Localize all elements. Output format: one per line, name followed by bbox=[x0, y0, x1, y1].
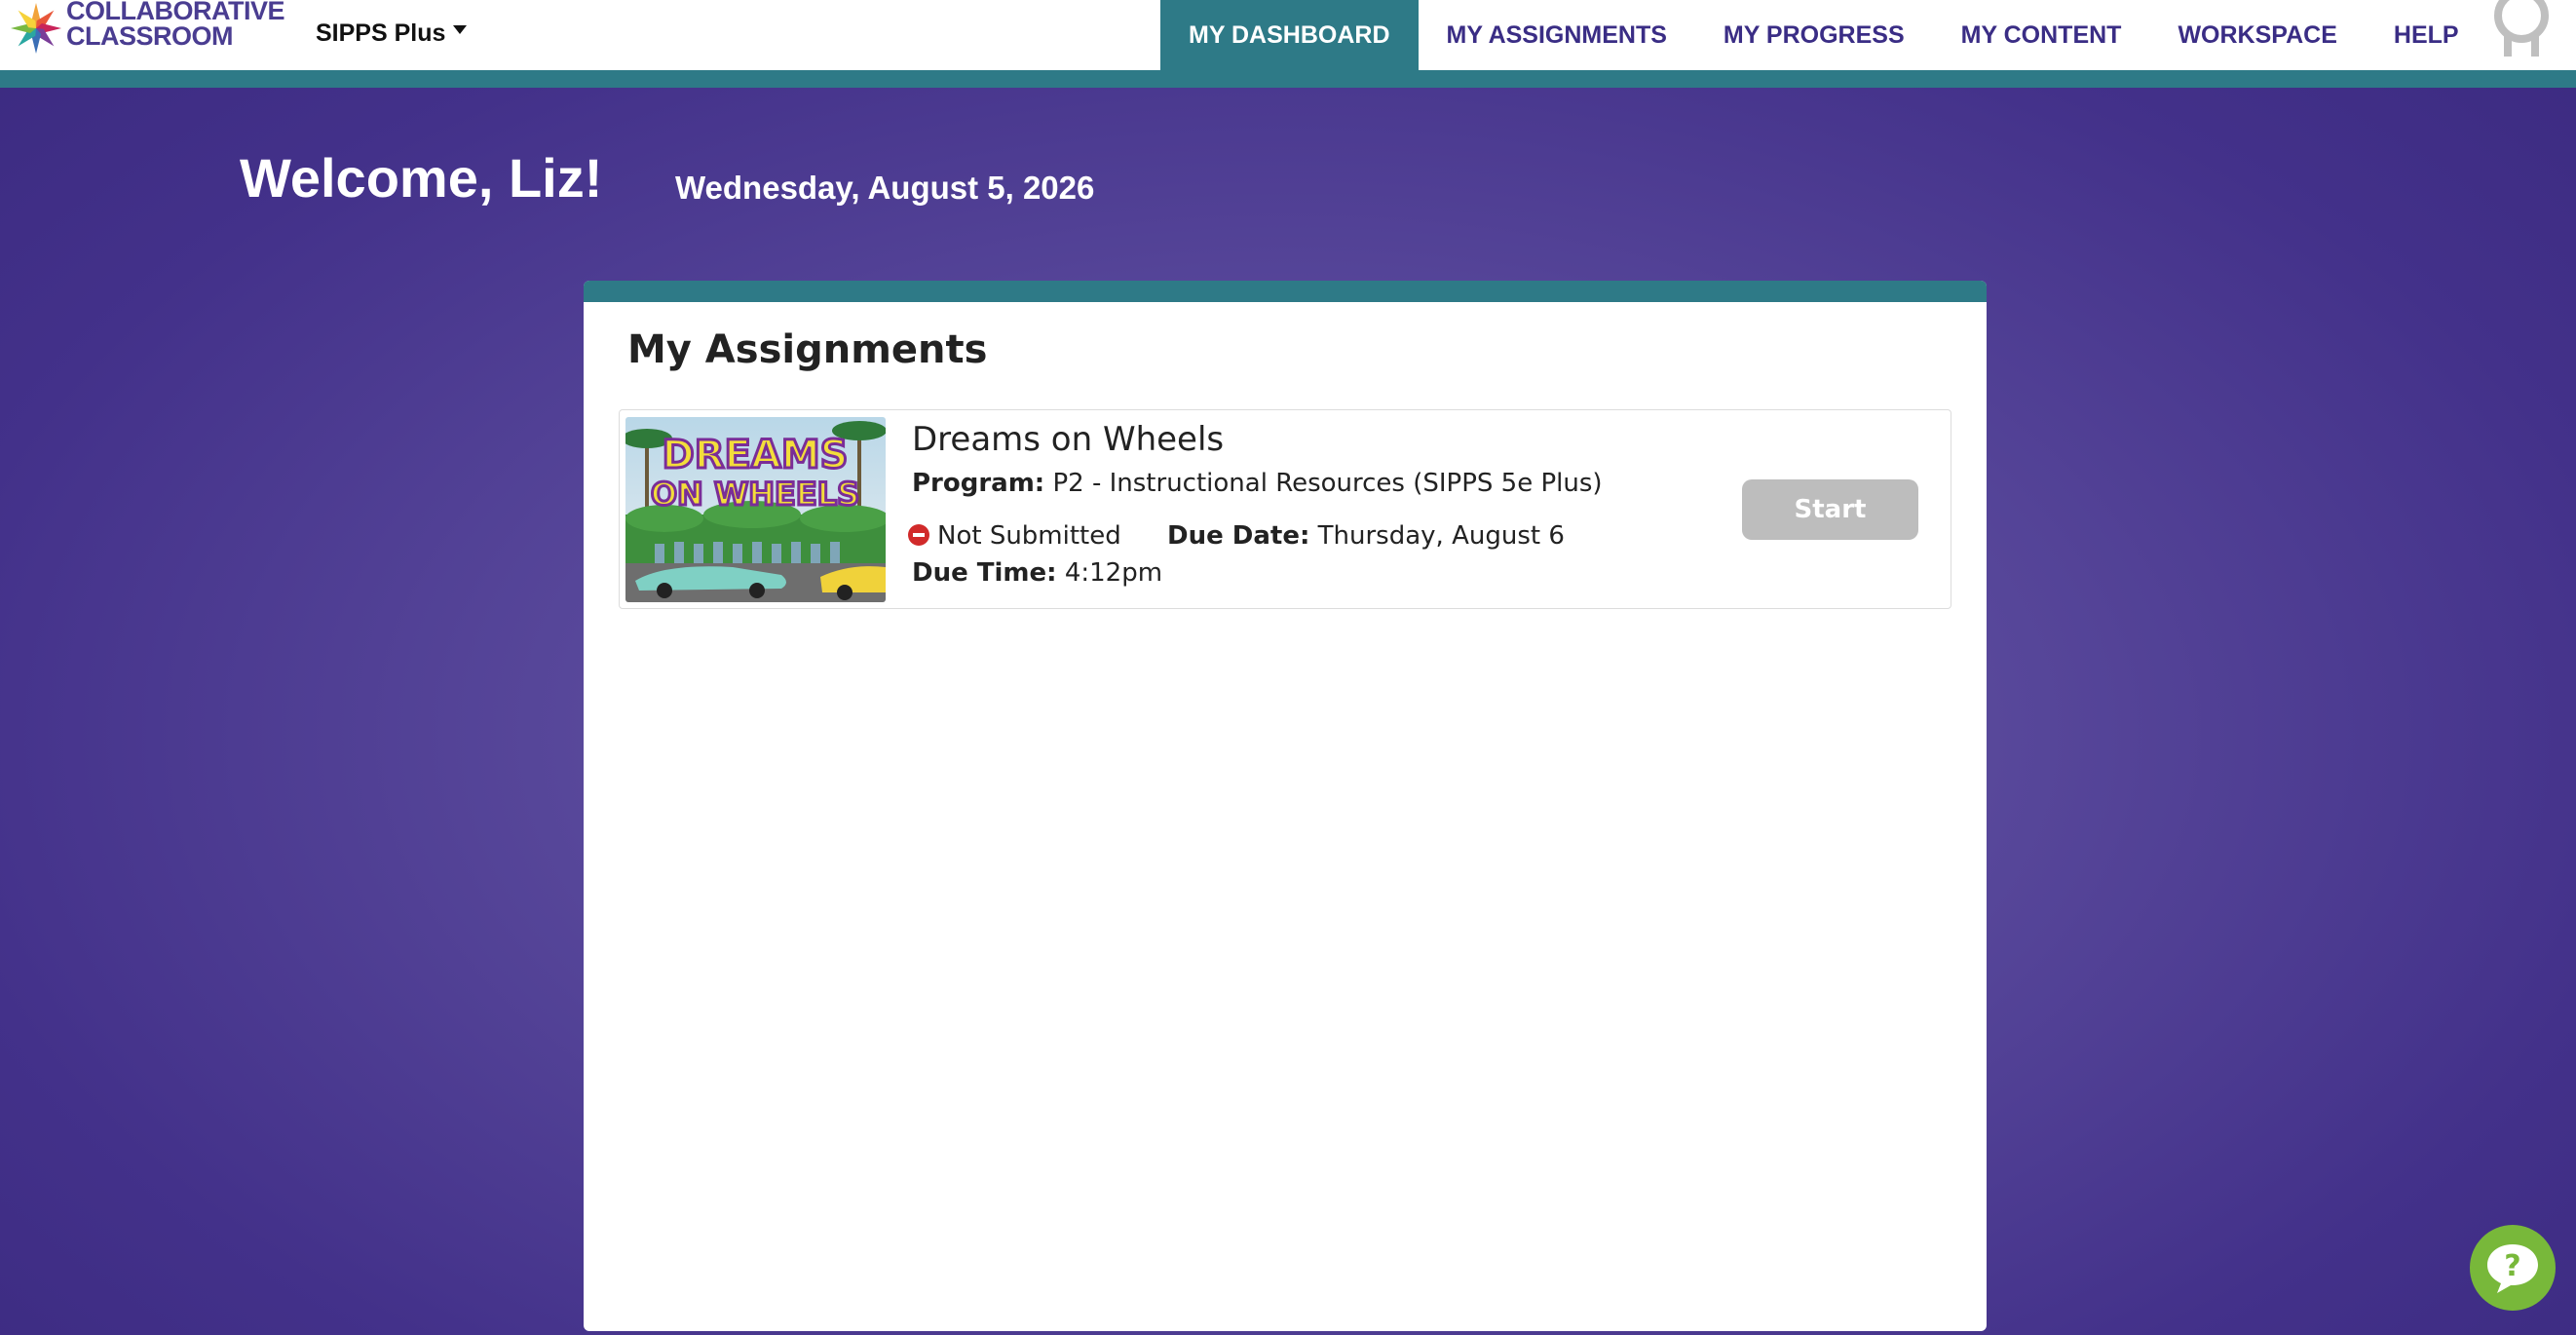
due-date-label: Due Date: bbox=[1167, 521, 1310, 551]
thumbnail-title-line-2: ON WHEELS bbox=[651, 476, 859, 513]
panel-accent-bar bbox=[584, 281, 1987, 302]
star-burst-logo-icon bbox=[11, 3, 61, 54]
collaborative-classroom-logo[interactable]: COLLABORATIVE CLASSROOM bbox=[8, 0, 285, 58]
assignment-due-time: Due Time: 4:12pm bbox=[912, 558, 1162, 588]
thumbnail-image: DREAMS ON WHEELS bbox=[625, 417, 886, 602]
nav-my-progress[interactable]: MY PROGRESS bbox=[1695, 0, 1933, 70]
due-date-value: Thursday, August 6 bbox=[1317, 521, 1565, 551]
due-time-label: Due Time: bbox=[912, 558, 1057, 588]
logo-text: COLLABORATIVE CLASSROOM bbox=[66, 0, 285, 51]
thumbnail-title-line-1: DREAMS bbox=[663, 433, 849, 477]
panel-title: My Assignments bbox=[627, 327, 988, 372]
svg-text:?: ? bbox=[2504, 1249, 2520, 1283]
nav-my-content[interactable]: MY CONTENT bbox=[1933, 0, 2150, 70]
question-chat-icon: ? bbox=[2487, 1244, 2538, 1293]
welcome-greeting: Welcome, Liz! bbox=[240, 147, 603, 209]
assignment-card: DREAMS ON WHEELS Dreams on Wheels Progra… bbox=[619, 409, 1951, 609]
assignment-status: Not Submitted bbox=[908, 521, 1121, 551]
main-nav: MY DASHBOARD MY ASSIGNMENTS MY PROGRESS … bbox=[1160, 0, 2487, 70]
assignment-title[interactable]: Dreams on Wheels bbox=[912, 420, 1224, 459]
nav-workspace[interactable]: WORKSPACE bbox=[2149, 0, 2365, 70]
program-label: Program: bbox=[912, 469, 1045, 498]
user-avatar-icon[interactable] bbox=[2490, 0, 2553, 57]
logo-line-2: CLASSROOM bbox=[66, 21, 234, 51]
assignment-due-date: Due Date: Thursday, August 6 bbox=[1167, 521, 1565, 551]
due-time-value: 4:12pm bbox=[1064, 558, 1163, 588]
program-dropdown[interactable]: SIPPS Plus bbox=[316, 14, 468, 53]
nav-my-dashboard[interactable]: MY DASHBOARD bbox=[1160, 0, 1419, 70]
start-button[interactable]: Start bbox=[1742, 479, 1918, 540]
logo-line-1: COLLABORATIVE bbox=[66, 0, 285, 25]
assignment-thumbnail: DREAMS ON WHEELS bbox=[625, 417, 886, 602]
assignments-panel: My Assignments DREAMS ON WHEELS Dreams o… bbox=[584, 281, 1987, 1331]
status-text: Not Submitted bbox=[937, 521, 1121, 551]
help-chat-button[interactable]: ? bbox=[2470, 1225, 2556, 1311]
top-navbar: COLLABORATIVE CLASSROOM SIPPS Plus MY DA… bbox=[0, 0, 2576, 70]
assignment-program: Program: P2 - Instructional Resources (S… bbox=[912, 469, 1603, 498]
nav-my-assignments[interactable]: MY ASSIGNMENTS bbox=[1419, 0, 1695, 70]
header-accent-stripe bbox=[0, 70, 2576, 88]
caret-down-icon bbox=[453, 24, 468, 34]
program-dropdown-value: SIPPS Plus bbox=[316, 19, 446, 47]
nav-help[interactable]: HELP bbox=[2366, 0, 2487, 70]
program-value: P2 - Instructional Resources (SIPPS 5e P… bbox=[1052, 469, 1603, 498]
current-date: Wednesday, August 5, 2026 bbox=[675, 170, 1095, 206]
not-submitted-icon bbox=[908, 524, 929, 546]
